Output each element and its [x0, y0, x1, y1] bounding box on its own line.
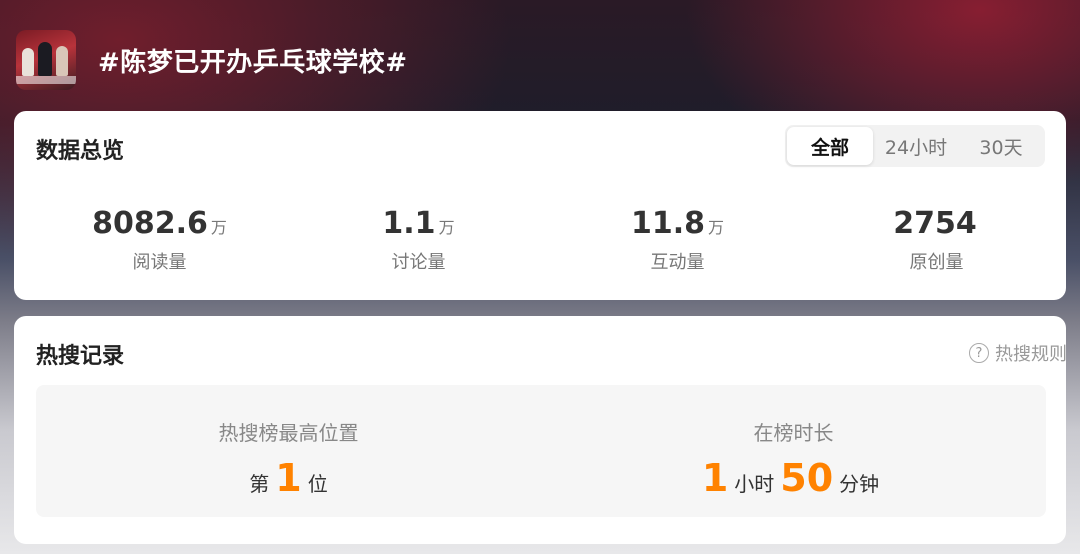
stat-reads: 8082.6 万 阅读量 [30, 206, 289, 274]
stat-label: 阅读量 [132, 252, 187, 273]
stat-value: 8082.6 [92, 206, 208, 241]
topic-header: #陈梦已开办乒乓球学校# [16, 30, 408, 90]
on-list-duration: 在榜时长 1 小时 50 分钟 [541, 385, 1046, 517]
stat-discussions: 1.1 万 讨论量 [289, 206, 548, 274]
stats-row: 8082.6 万 阅读量 1.1 万 讨论量 11.8 万 互动量 2754 原 [14, 206, 1066, 274]
stat-unit: 万 [438, 218, 455, 237]
rank-prefix: 第 [249, 472, 270, 496]
overview-card: 数据总览 全部 24小时 30天 8082.6 万 阅读量 1.1 万 讨论量 … [14, 111, 1066, 300]
highest-position-label: 热搜榜最高位置 [218, 421, 359, 445]
filter-24h[interactable]: 24小时 [873, 127, 959, 165]
topic-thumbnail[interactable] [16, 30, 76, 90]
stat-label: 互动量 [650, 252, 705, 273]
stat-interactions: 11.8 万 互动量 [548, 206, 807, 274]
overview-title: 数据总览 [36, 139, 125, 164]
stat-label: 讨论量 [391, 252, 446, 273]
duration-hours: 1 [701, 456, 729, 500]
hot-record-card: 热搜记录 ? 热搜规则 热搜榜最高位置 第 1 位 在榜时长 1 小时 50 分… [14, 316, 1067, 544]
stat-label: 原创量 [909, 252, 964, 273]
hot-rules-link[interactable]: ? 热搜规则 [969, 340, 1067, 366]
stat-value: 2754 [893, 206, 977, 241]
highest-position: 热搜榜最高位置 第 1 位 [36, 385, 541, 517]
duration-minutes: 50 [780, 456, 834, 500]
rank-value: 1 [275, 456, 302, 500]
filter-all[interactable]: 全部 [787, 127, 873, 165]
stat-value: 1.1 [382, 206, 436, 241]
hours-unit: 小时 [734, 472, 775, 496]
hot-record-box: 热搜榜最高位置 第 1 位 在榜时长 1 小时 50 分钟 [36, 385, 1046, 517]
stat-originals: 2754 原创量 [807, 206, 1066, 274]
question-circle-icon: ? [969, 343, 989, 363]
hot-record-title: 热搜记录 [36, 344, 125, 369]
hot-rules-label: 热搜规则 [995, 344, 1067, 365]
duration-label: 在榜时长 [753, 421, 834, 445]
filter-30d[interactable]: 30天 [959, 127, 1043, 165]
minutes-unit: 分钟 [839, 472, 880, 496]
stat-unit: 万 [708, 218, 725, 237]
topic-title: #陈梦已开办乒乓球学校# [98, 47, 408, 78]
rank-suffix: 位 [307, 472, 328, 496]
time-filter: 全部 24小时 30天 [785, 125, 1045, 167]
stat-unit: 万 [210, 218, 227, 237]
stat-value: 11.8 [630, 206, 705, 241]
